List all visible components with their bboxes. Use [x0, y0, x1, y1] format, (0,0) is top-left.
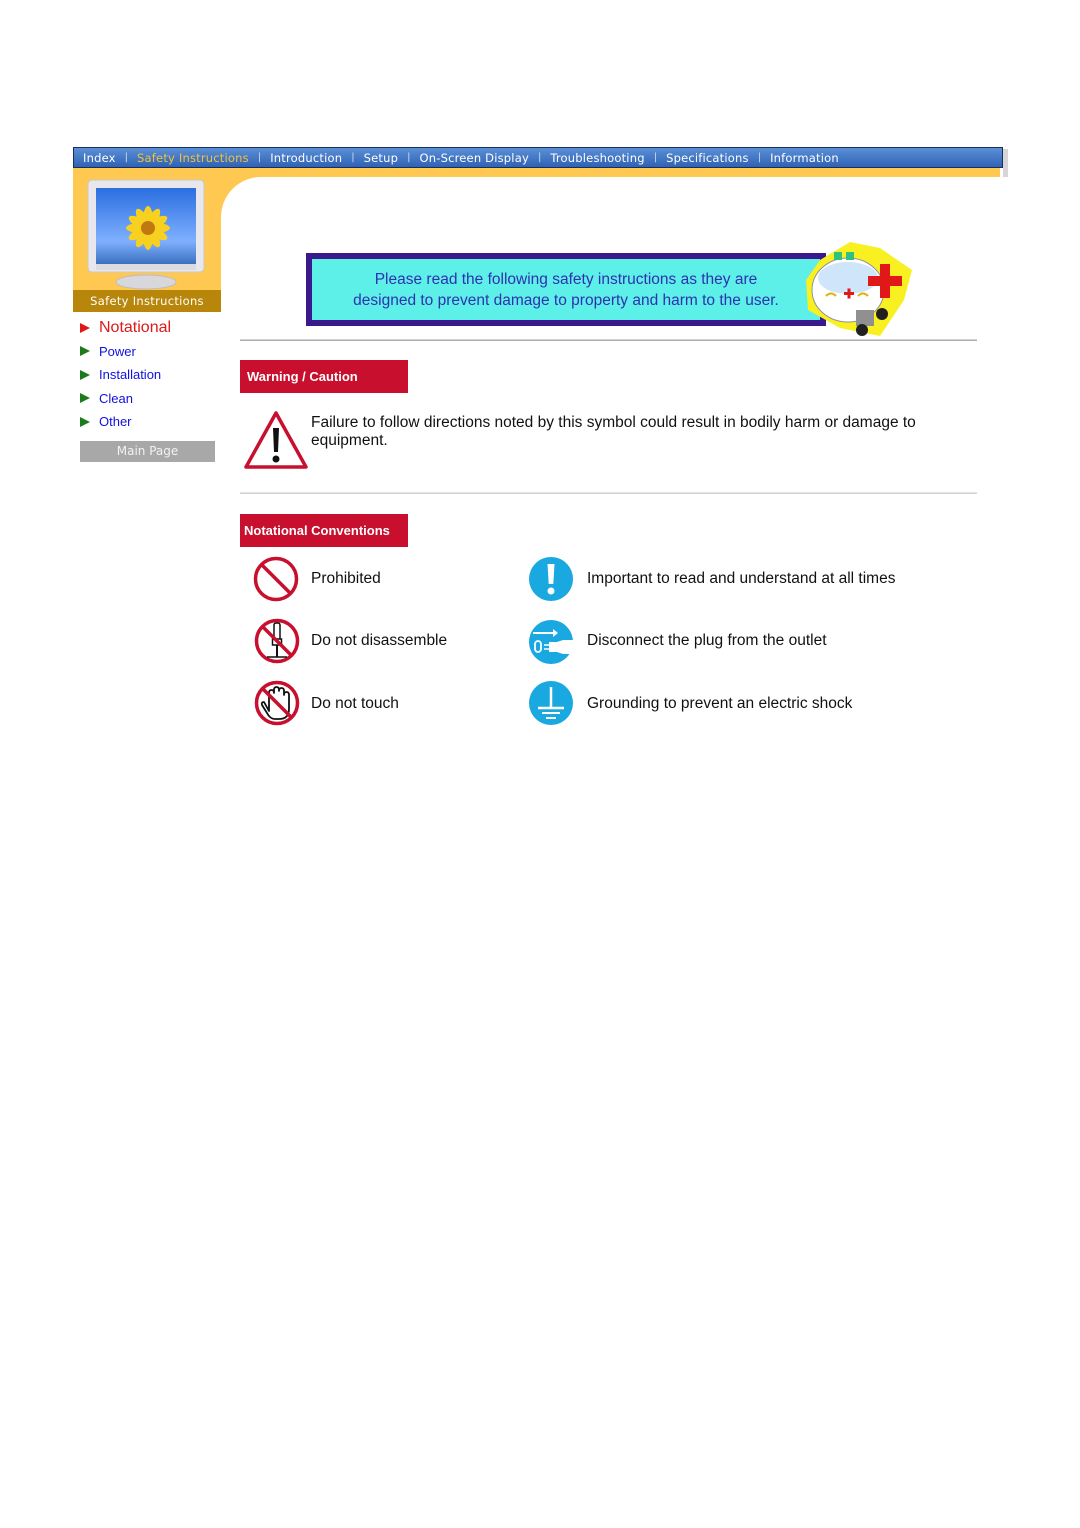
- safety-banner: Please read the following safety instruc…: [306, 253, 826, 326]
- banner-text: Please read the following safety instruc…: [312, 259, 820, 320]
- convention-label: Prohibited: [311, 570, 381, 587]
- sidebar-item-label: Other: [99, 414, 132, 430]
- triangle-bullet-icon: [80, 369, 90, 380]
- top-nav: Index | Safety Instructions | Introducti…: [73, 147, 1003, 168]
- nav-on-screen-display[interactable]: On-Screen Display: [410, 151, 537, 165]
- sidebar-item-label: Power: [99, 343, 136, 359]
- banner-line-2: designed to prevent damage to property a…: [353, 291, 779, 309]
- sidebar-item-power[interactable]: Power: [80, 340, 171, 364]
- nav-setup[interactable]: Setup: [355, 151, 407, 165]
- convention-label: Do not disassemble: [311, 632, 448, 649]
- warning-caution-heading: Warning / Caution: [240, 360, 408, 393]
- sidebar-item-notational[interactable]: Notational: [80, 316, 171, 340]
- prohibited-icon: [253, 556, 299, 602]
- main-page-button[interactable]: Main Page: [80, 441, 215, 462]
- warning-description: Failure to follow directions noted by th…: [311, 414, 916, 449]
- no-disassemble-icon: [254, 618, 300, 664]
- divider: [240, 492, 977, 494]
- sidebar-item-label: Notational: [99, 318, 172, 336]
- sidebar-item-clean[interactable]: Clean: [80, 387, 171, 411]
- convention-label: Grounding to prevent an electric shock: [587, 695, 853, 712]
- nav-introduction[interactable]: Introduction: [261, 151, 351, 165]
- sidebar-menu: Notational Power Installation Clean Othe…: [80, 316, 171, 434]
- sidebar-item-other[interactable]: Other: [80, 410, 171, 434]
- triangle-bullet-icon: [80, 416, 90, 427]
- monitor-illustration: [87, 179, 205, 290]
- convention-label: Do not touch: [311, 695, 399, 712]
- unplug-icon: [529, 620, 573, 664]
- triangle-bullet-icon: [80, 393, 90, 404]
- banner-line-1: Please read the following safety instruc…: [374, 270, 758, 288]
- nav-specifications[interactable]: Specifications: [657, 151, 758, 165]
- sidebar-item-label: Installation: [99, 367, 162, 383]
- convention-label: Disconnect the plug from the outlet: [587, 632, 827, 649]
- sidebar-item-installation[interactable]: Installation: [80, 363, 171, 387]
- warning-triangle-icon: [244, 411, 308, 469]
- nav-safety-instructions[interactable]: Safety Instructions: [128, 151, 258, 165]
- sidebar-title: Safety Instructions: [73, 290, 221, 312]
- triangle-bullet-icon: [80, 322, 90, 333]
- ambulance-icon: [806, 242, 912, 336]
- triangle-bullet-icon: [80, 346, 90, 357]
- sidebar-item-label: Clean: [99, 390, 133, 406]
- notational-conventions-heading: Notational Conventions: [240, 514, 408, 547]
- convention-label: Important to read and understand at all …: [587, 570, 896, 587]
- nav-index[interactable]: Index: [74, 151, 125, 165]
- divider: [240, 339, 977, 341]
- important-icon: [529, 557, 573, 601]
- no-touch-icon: [254, 680, 300, 726]
- nav-shadow: [1003, 149, 1008, 177]
- nav-troubleshooting[interactable]: Troubleshooting: [541, 151, 653, 165]
- grounding-icon: [529, 681, 573, 725]
- nav-information[interactable]: Information: [761, 151, 848, 165]
